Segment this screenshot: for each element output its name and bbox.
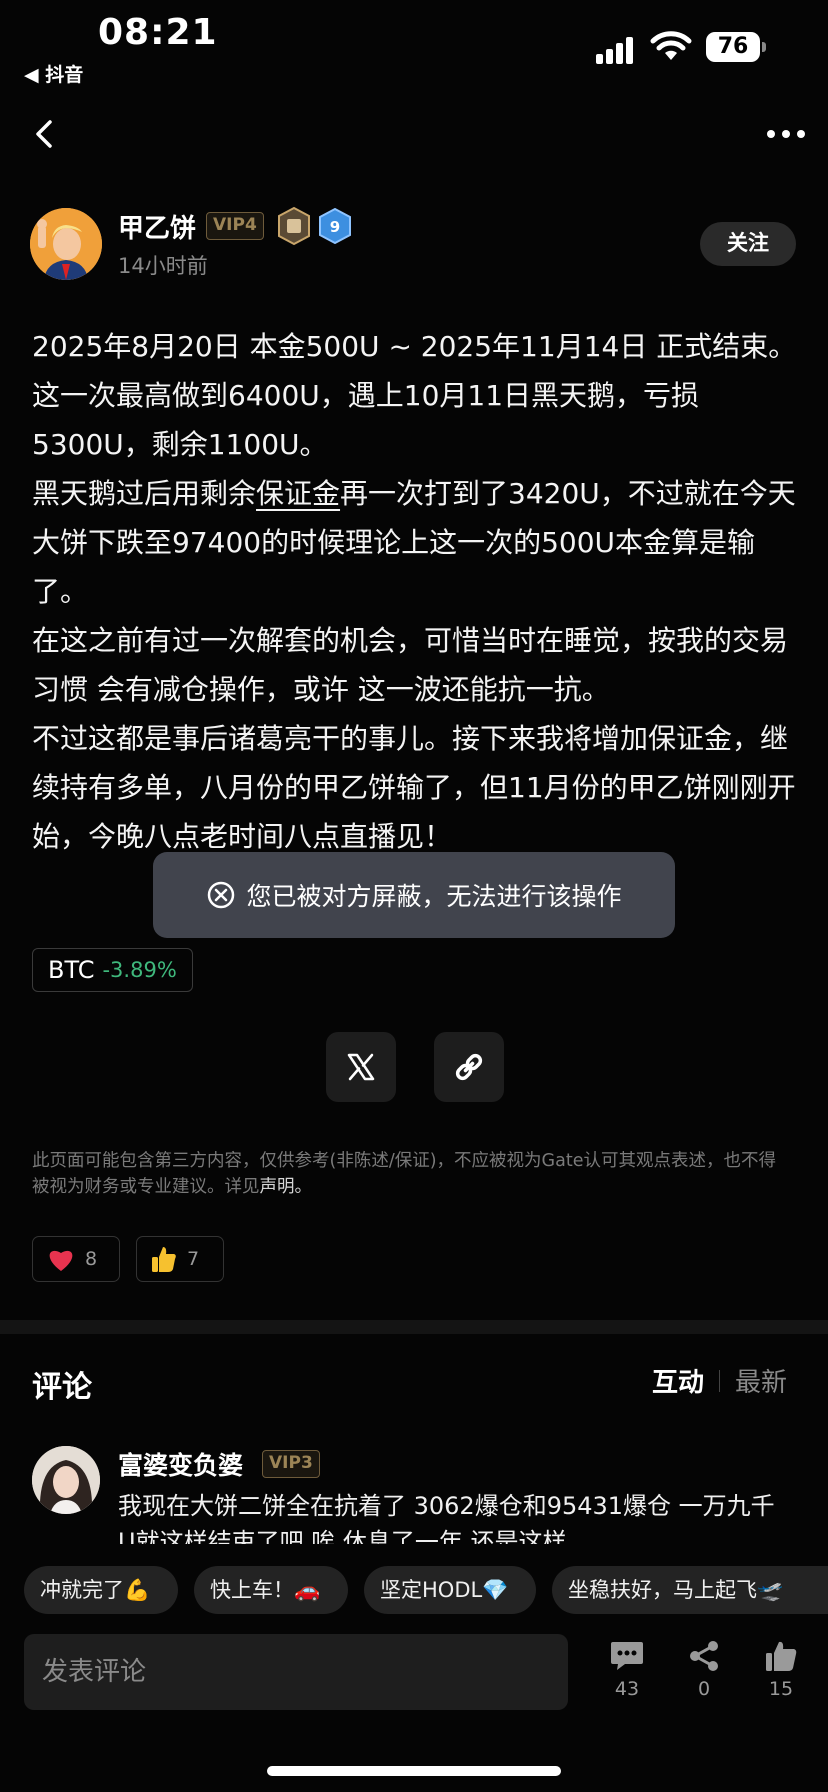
share-count-button[interactable]: 0 (674, 1640, 734, 1700)
commenter-avatar[interactable] (32, 1446, 100, 1514)
vip-badge: VIP3 (262, 1450, 320, 1478)
comments-title: 评论 (32, 1370, 92, 1405)
follow-button[interactable]: 关注 (700, 222, 796, 266)
status-time: 08:21 (98, 12, 218, 53)
post-paragraph: 2025年8月20日 本金500U ~ 2025年11月14日 正式结束。 (32, 330, 797, 363)
blocked-toast: 您已被对方屏蔽，无法进行该操作 (153, 852, 675, 938)
statement-link[interactable]: 声明。 (260, 1177, 313, 1197)
section-divider (0, 1320, 828, 1334)
back-to-app-link[interactable]: ◀ 抖音 (24, 60, 83, 87)
battery-icon: 76 (706, 32, 766, 62)
back-chevron-icon[interactable] (30, 114, 60, 154)
tab-latest[interactable]: 最新 (735, 1362, 787, 1399)
svg-text:9: 9 (330, 218, 340, 236)
quick-reply-chip[interactable]: 快上车！🚗 (194, 1566, 348, 1614)
post-paragraph: 这一次最高做到6400U，遇上10月11日黑天鹅，亏损5300U，剩余1100U… (32, 379, 700, 461)
cellular-signal-icon (596, 34, 640, 64)
coin-symbol: BTC (48, 956, 95, 984)
comment-input[interactable]: 发表评论 (24, 1634, 568, 1710)
tab-interaction[interactable]: 互动 (652, 1362, 704, 1399)
post-content: 2025年8月20日 本金500U ~ 2025年11月14日 正式结束。 这一… (32, 322, 800, 861)
post-paragraph: 黑天鹅过后用剩余保证金再一次打到了3420U，不过就在今天 大饼下跌至97400… (32, 477, 796, 608)
level-badge: 9 (318, 207, 352, 245)
more-options-icon[interactable] (766, 124, 806, 144)
thumbs-up-emoji-icon (152, 1247, 176, 1272)
thumbs-up-reaction[interactable]: 7 (136, 1236, 224, 1282)
disclaimer: 此页面可能包含第三方内容，仅供参考(非陈述/保证)，不应被视为Gate认可其观点… (32, 1151, 776, 1197)
share-x-button[interactable] (326, 1032, 396, 1102)
quick-reply-chip[interactable]: 坚定HODL💎 (364, 1566, 536, 1614)
x-logo-icon (347, 1053, 375, 1081)
close-circle-icon (208, 881, 235, 909)
margin-term-link[interactable]: 保证金 (256, 477, 340, 510)
comment-bubble-icon (611, 1642, 643, 1670)
heart-icon (49, 1250, 73, 1271)
share-icon (690, 1641, 718, 1671)
link-icon (455, 1053, 483, 1081)
comment-text: 我现在大饼二饼全在抗着了 3062爆仓和95431爆仓 一万九千U就这样结束了吧… (118, 1492, 775, 1544)
commenter-name[interactable]: 富婆变负婆 (118, 1446, 243, 1482)
quick-reply-chip[interactable]: 冲就完了💪 (24, 1566, 178, 1614)
home-indicator[interactable] (267, 1766, 561, 1776)
author-avatar[interactable] (30, 208, 102, 280)
quick-reply-chip[interactable]: 坐稳扶好，马上起飞🛫 (552, 1566, 828, 1614)
copy-link-button[interactable] (434, 1032, 504, 1102)
heart-reaction[interactable]: 8 (32, 1236, 120, 1282)
comment-sort-tabs: 互动 最新 (652, 1362, 787, 1399)
vip-badge: VIP4 (206, 212, 264, 240)
post-paragraph: 不过这都是事后诸葛亮干的事儿。接下来我将增加保证金，继续持有多单，八月份的甲乙饼… (32, 722, 796, 853)
medal-badge-icon (278, 206, 310, 246)
post-time: 14小时前 (118, 254, 208, 278)
coin-change: -3.89% (102, 958, 177, 982)
comment-count-button[interactable]: 43 (597, 1640, 657, 1700)
like-count-button[interactable]: 15 (751, 1640, 811, 1700)
thumbs-up-icon (766, 1641, 797, 1671)
tab-separator (719, 1369, 721, 1392)
author-name[interactable]: 甲乙饼 (118, 208, 196, 245)
coin-tag[interactable]: BTC -3.89% (32, 948, 193, 992)
toast-message: 您已被对方屏蔽，无法进行该操作 (246, 882, 622, 911)
post-paragraph: 在这之前有过一次解套的机会，可惜当时在睡觉，按我的交易习惯 会有减仓操作，或许 … (32, 624, 789, 706)
wifi-icon (650, 31, 692, 60)
